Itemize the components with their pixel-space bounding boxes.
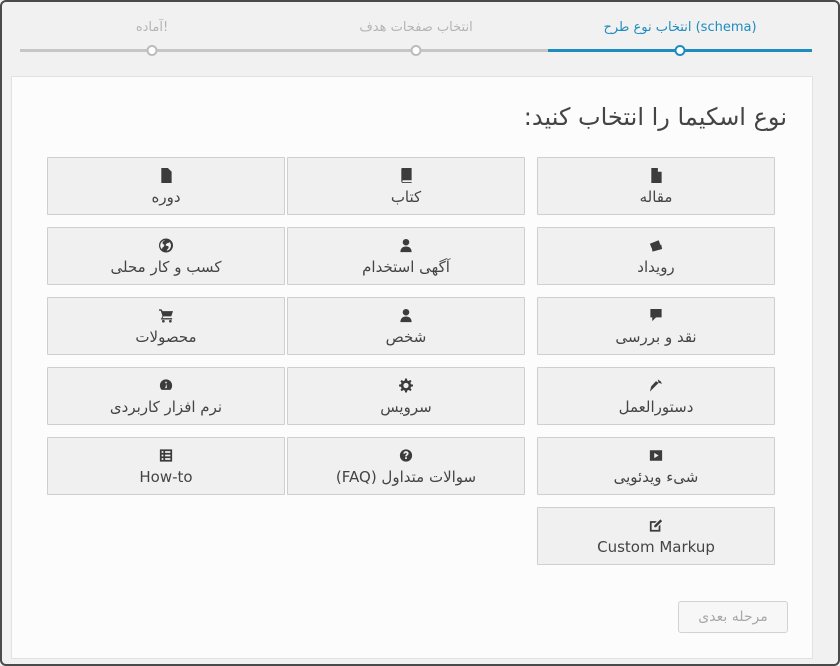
- list-icon: [48, 446, 284, 464]
- globe-icon: [48, 236, 284, 254]
- panel-heading: نوع اسکیما را انتخاب کنید:: [523, 103, 787, 131]
- step-target-pages-dot[interactable]: [410, 45, 422, 56]
- schema-type-faq[interactable]: سوالات متداول (FAQ): [287, 437, 525, 495]
- dashboard-icon: [48, 376, 284, 394]
- schema-type-custom-markup[interactable]: Custom Markup: [537, 507, 775, 565]
- schema-type-label: مقاله: [639, 188, 673, 206]
- schema-type-local-business[interactable]: کسب و کار محلی: [47, 227, 285, 285]
- schema-type-book[interactable]: کتاب: [287, 157, 525, 215]
- edit-icon: [538, 516, 774, 534]
- schema-type-recipe[interactable]: دستورالعمل: [537, 367, 775, 425]
- schema-type-label: شیء ویدئویی: [613, 468, 699, 486]
- schema-type-products[interactable]: محصولات: [47, 297, 285, 355]
- person-icon: [288, 236, 524, 254]
- wizard-stepper: انتخاب نوع طرح (schema) انتخاب صفحات هدف…: [20, 12, 812, 62]
- stepper-track-pending: [20, 49, 548, 52]
- cart-icon: [48, 306, 284, 324]
- schema-type-label: سوالات متداول (FAQ): [335, 468, 477, 486]
- schema-type-label: شخص: [385, 328, 427, 346]
- schema-type-article[interactable]: مقاله: [537, 157, 775, 215]
- step-ready-dot[interactable]: [146, 45, 158, 56]
- step-ready-label[interactable]: آماده!: [136, 20, 168, 35]
- wizard-window: انتخاب نوع طرح (schema) انتخاب صفحات هدف…: [0, 0, 840, 666]
- schema-type-label: کسب و کار محلی: [110, 258, 222, 276]
- schema-type-label: نقد و بررسی: [615, 328, 697, 346]
- schema-type-label: نرم افزار کاربردی: [109, 398, 223, 416]
- video-icon: [538, 446, 774, 464]
- schema-type-service[interactable]: سرویس: [287, 367, 525, 425]
- schema-type-video-object[interactable]: شیء ویدئویی: [537, 437, 775, 495]
- step-select-schema-dot[interactable]: [674, 45, 686, 56]
- schema-type-course[interactable]: دوره: [47, 157, 285, 215]
- schema-type-label: رویداد: [637, 258, 675, 276]
- schema-type-label: سرویس: [380, 398, 432, 416]
- schema-type-event[interactable]: رویداد: [537, 227, 775, 285]
- gear-icon: [288, 376, 524, 394]
- schema-type-how-to[interactable]: How-to: [47, 437, 285, 495]
- schema-type-label: دوره: [151, 188, 181, 206]
- document-icon: [48, 166, 284, 184]
- schema-type-review[interactable]: نقد و بررسی: [537, 297, 775, 355]
- schema-type-label: How-to: [139, 468, 193, 486]
- book-icon: [288, 166, 524, 184]
- schema-type-person[interactable]: شخص: [287, 297, 525, 355]
- schema-type-software-application[interactable]: نرم افزار کاربردی: [47, 367, 285, 425]
- next-step-button[interactable]: مرحله بعدی: [678, 601, 788, 633]
- tickets-icon: [538, 236, 774, 254]
- schema-type-label: کتاب: [390, 188, 422, 206]
- carrot-icon: [538, 376, 774, 394]
- help-icon: [288, 446, 524, 464]
- comment-icon: [538, 306, 774, 324]
- person-icon: [288, 306, 524, 324]
- step-select-schema-label[interactable]: انتخاب نوع طرح (schema): [603, 20, 756, 35]
- schema-type-label: دستورالعمل: [618, 398, 694, 416]
- schema-type-job-posting[interactable]: آگهی استخدام: [287, 227, 525, 285]
- document-icon: [538, 166, 774, 184]
- schema-type-label: Custom Markup: [597, 538, 715, 556]
- schema-type-label: محصولات: [135, 328, 197, 346]
- schema-type-panel: نوع اسکیما را انتخاب کنید: مقاله کتاب دو…: [12, 77, 812, 658]
- step-target-pages-label[interactable]: انتخاب صفحات هدف: [359, 20, 472, 35]
- schema-type-label: آگهی استخدام: [362, 258, 450, 276]
